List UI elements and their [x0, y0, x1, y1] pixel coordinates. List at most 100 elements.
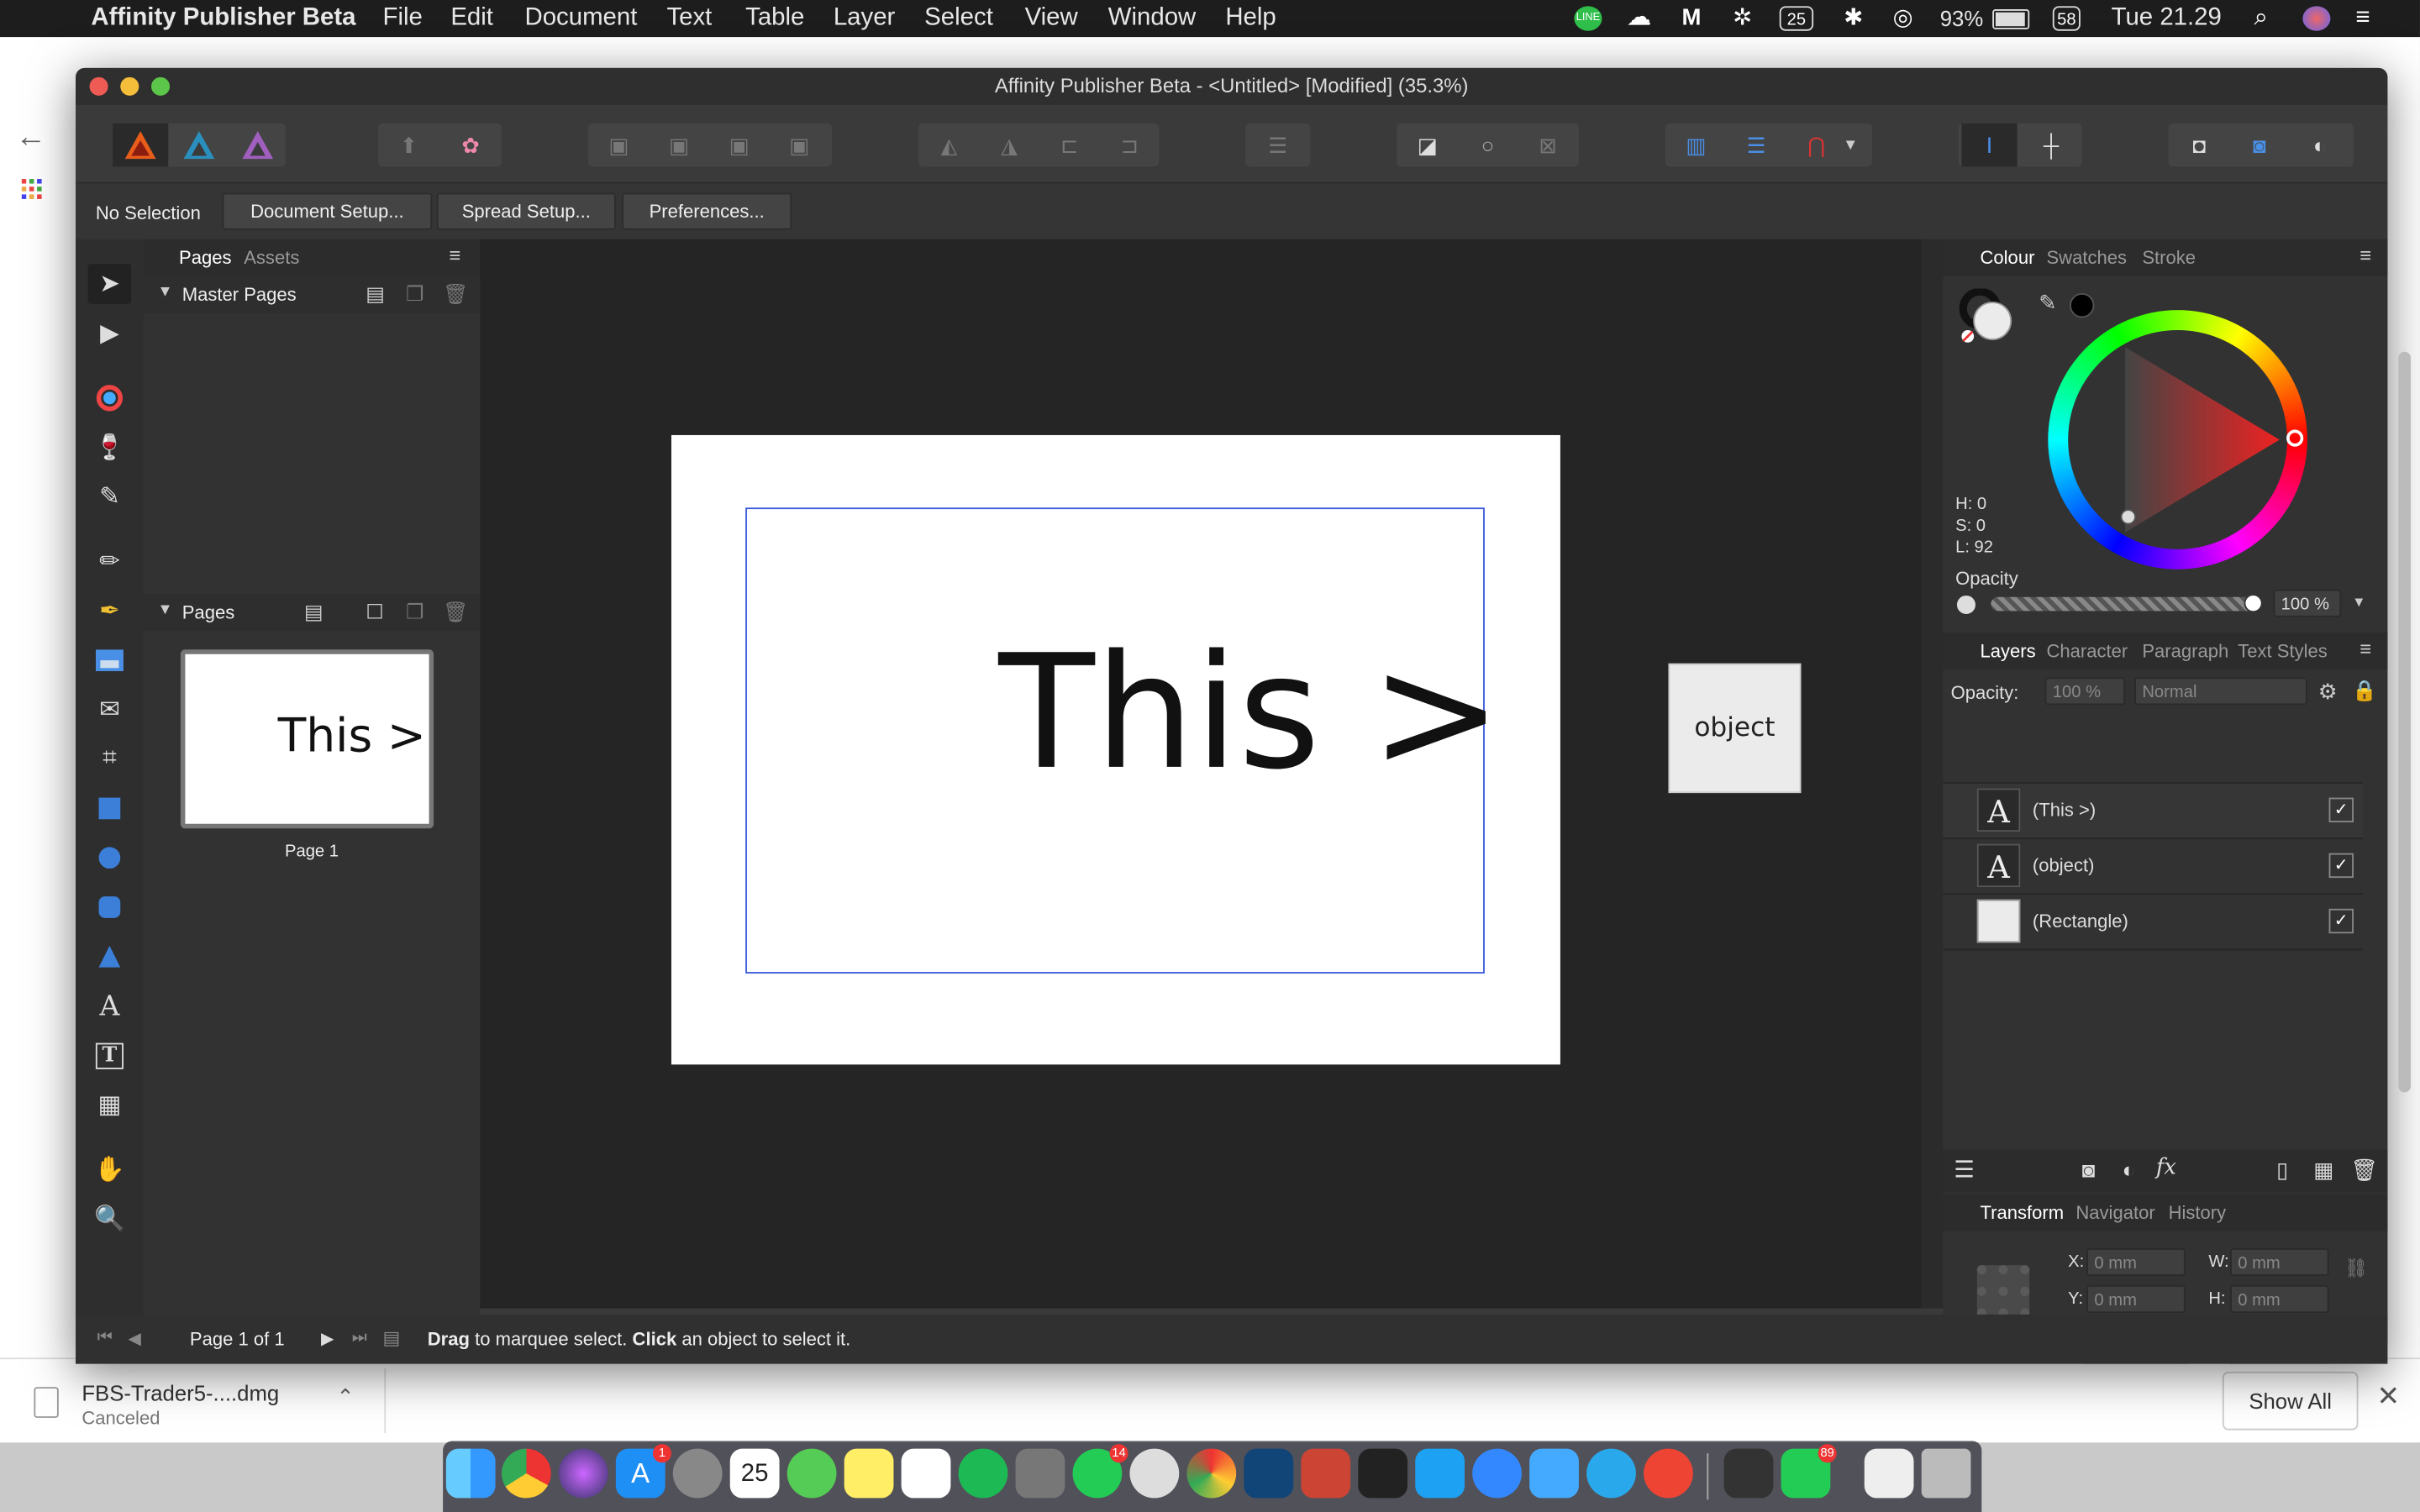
node-tool-icon[interactable]: ▶	[88, 313, 131, 354]
arrange-back-icon[interactable]: ▣	[591, 123, 646, 166]
launchpad-icon[interactable]	[672, 1448, 723, 1499]
text-frame-icon[interactable]: ◪	[1400, 123, 1455, 166]
transparency-tool-icon[interactable]: 🍷	[88, 428, 131, 468]
adjustment-icon[interactable]: ◐	[2122, 1158, 2135, 1182]
opacity-dropdown-icon[interactable]: ▼	[2352, 594, 2365, 609]
atom-icon[interactable]	[786, 1448, 837, 1499]
clock[interactable]: Tue 21.29	[2112, 5, 2222, 33]
opacity-input[interactable]: 100 %	[2273, 589, 2342, 617]
page-indicator[interactable]: Page 1 of 1	[190, 1328, 285, 1350]
page-options-icon[interactable]: ▤	[383, 1327, 401, 1349]
delete-master-icon[interactable]: 🗑	[443, 282, 468, 307]
lock-icon[interactable]: 🔒	[2352, 679, 2377, 703]
document-setup-button[interactable]: Document Setup...	[222, 192, 433, 230]
layer-row[interactable]: A (This >) ✓	[1943, 784, 2363, 840]
x-input[interactable]: 0 mm	[2086, 1247, 2186, 1276]
siri-icon[interactable]	[2302, 6, 2331, 31]
search-icon[interactable]: ⌕	[2247, 5, 2275, 30]
picture-frame-tool-icon[interactable]	[88, 640, 131, 680]
menu-edit[interactable]: Edit	[450, 5, 493, 33]
trash-icon[interactable]	[1921, 1448, 1971, 1499]
object-rectangle[interactable]: object	[1668, 663, 1802, 794]
h-input[interactable]: 0 mm	[2230, 1284, 2329, 1314]
move-tool-mode-icon[interactable]: ⵏ	[1961, 123, 2018, 167]
browser-scrollbar[interactable]	[2398, 351, 2411, 1093]
chrome-icon[interactable]	[501, 1448, 551, 1499]
layer-visibility-checkbox[interactable]: ✓	[2328, 853, 2354, 879]
add-layer-icon[interactable]: ▯	[2276, 1158, 2288, 1184]
tab-paragraph[interactable]: Paragraph	[2142, 640, 2228, 662]
zoom-window-button[interactable]	[150, 76, 171, 96]
guides-icon[interactable]: ☰	[1728, 123, 1784, 166]
artistic-text-tool-icon[interactable]: A	[88, 986, 131, 1026]
spread-setup-button[interactable]: Spread Setup...	[436, 192, 616, 230]
layer-opacity-input[interactable]: 100 %	[2044, 677, 2126, 706]
frame-text-tool-icon[interactable]: T	[88, 1035, 131, 1075]
collapse-triangle-icon[interactable]: ▼	[157, 601, 172, 618]
link-icon[interactable]: ⛓	[2344, 1257, 2368, 1279]
designer-persona-icon[interactable]	[171, 123, 227, 166]
line-icon[interactable]: LINE	[1574, 6, 1602, 31]
y-input[interactable]: 0 mm	[2086, 1284, 2186, 1314]
previous-page-icon[interactable]: ◀	[128, 1328, 141, 1348]
preflight-icon[interactable]: ✿	[443, 123, 498, 166]
tab-swatches[interactable]: Swatches	[2046, 247, 2127, 269]
fx-icon[interactable]: fx	[2156, 1156, 2176, 1180]
airplay-icon[interactable]: ◎	[1889, 5, 1917, 30]
rounded-rectangle-tool-icon[interactable]	[88, 887, 131, 927]
bluetooth-icon[interactable]: ✱	[1839, 5, 1867, 30]
siri-dock-icon[interactable]	[558, 1448, 608, 1499]
malwarebytes-icon[interactable]: M	[1677, 5, 1705, 30]
notes-icon[interactable]	[844, 1448, 894, 1499]
panel-menu-icon[interactable]: ≡	[449, 244, 460, 267]
tab-transform[interactable]: Transform	[1980, 1202, 2064, 1224]
intersect-boolean-icon[interactable]: ◐	[2291, 123, 2347, 166]
wifi-app-icon[interactable]	[1129, 1448, 1180, 1499]
tab-history[interactable]: History	[2169, 1202, 2227, 1224]
blend-mode-select[interactable]: Normal	[2134, 677, 2307, 706]
rectangle-tool-icon[interactable]	[88, 789, 131, 829]
color-picker-icon[interactable]: ✎	[88, 477, 131, 517]
fill-stroke-selector[interactable]	[1959, 287, 2014, 344]
layer-visibility-checkbox[interactable]: ✓	[2328, 797, 2354, 822]
picture-frame-icon[interactable]: ○	[1460, 123, 1516, 166]
fill-tool-icon[interactable]	[88, 378, 131, 418]
minimize-window-button[interactable]	[120, 76, 139, 96]
rotate-right-icon[interactable]: ⊐	[1102, 123, 1157, 166]
apps-grid-icon[interactable]	[21, 179, 44, 201]
menu-help[interactable]: Help	[1225, 5, 1276, 33]
flip-vertical-icon[interactable]: ◮	[981, 123, 1037, 166]
document-canvas[interactable]: This > object	[480, 239, 1922, 1309]
arrange-backward-icon[interactable]: ▣	[651, 123, 707, 166]
rotate-left-icon[interactable]: ⊏	[1042, 123, 1097, 166]
photo-persona-icon[interactable]	[230, 123, 286, 166]
delete-layer-icon[interactable]: 🗑	[2350, 1158, 2378, 1184]
pencil-tool-icon[interactable]: ✏	[88, 542, 131, 582]
last-page-icon[interactable]: ⏭	[352, 1328, 367, 1348]
reminders-icon[interactable]	[901, 1448, 951, 1499]
arrange-forward-icon[interactable]: ▣	[712, 123, 767, 166]
add-boolean-icon[interactable]: ◘	[2171, 123, 2227, 166]
document-icon[interactable]	[1864, 1448, 1914, 1499]
stocks-icon[interactable]	[1723, 1448, 1774, 1499]
anchor-selector[interactable]	[1974, 1262, 2033, 1320]
close-icon[interactable]: ✕	[2377, 1381, 2401, 1414]
show-all-button[interactable]: Show All	[2222, 1371, 2359, 1431]
preferences-button[interactable]: Preferences...	[622, 192, 792, 230]
battery-icon[interactable]	[1992, 9, 2030, 29]
pen-tool-icon[interactable]: ✒	[88, 591, 131, 631]
telegram-icon[interactable]	[1586, 1448, 1636, 1499]
flip-horizontal-icon[interactable]: ◭	[922, 123, 977, 166]
table-tool-icon[interactable]: ▦	[88, 1084, 131, 1125]
transform-origin-icon[interactable]: ┼	[2023, 123, 2079, 166]
vector-crop-tool-icon[interactable]: ✉	[88, 690, 131, 730]
align-icon[interactable]: ☰	[1250, 123, 1306, 166]
spotify-icon[interactable]	[958, 1448, 1008, 1499]
colour-wheel[interactable]	[2048, 310, 2307, 570]
panel-menu-icon[interactable]: ≡	[2360, 638, 2371, 661]
empty-frame-icon[interactable]: ⊠	[1520, 123, 1576, 166]
menu-select[interactable]: Select	[924, 5, 993, 33]
twitter-icon[interactable]	[1415, 1448, 1465, 1499]
menu-layer[interactable]: Layer	[834, 5, 896, 33]
back-arrow-icon[interactable]: ←	[15, 120, 46, 155]
